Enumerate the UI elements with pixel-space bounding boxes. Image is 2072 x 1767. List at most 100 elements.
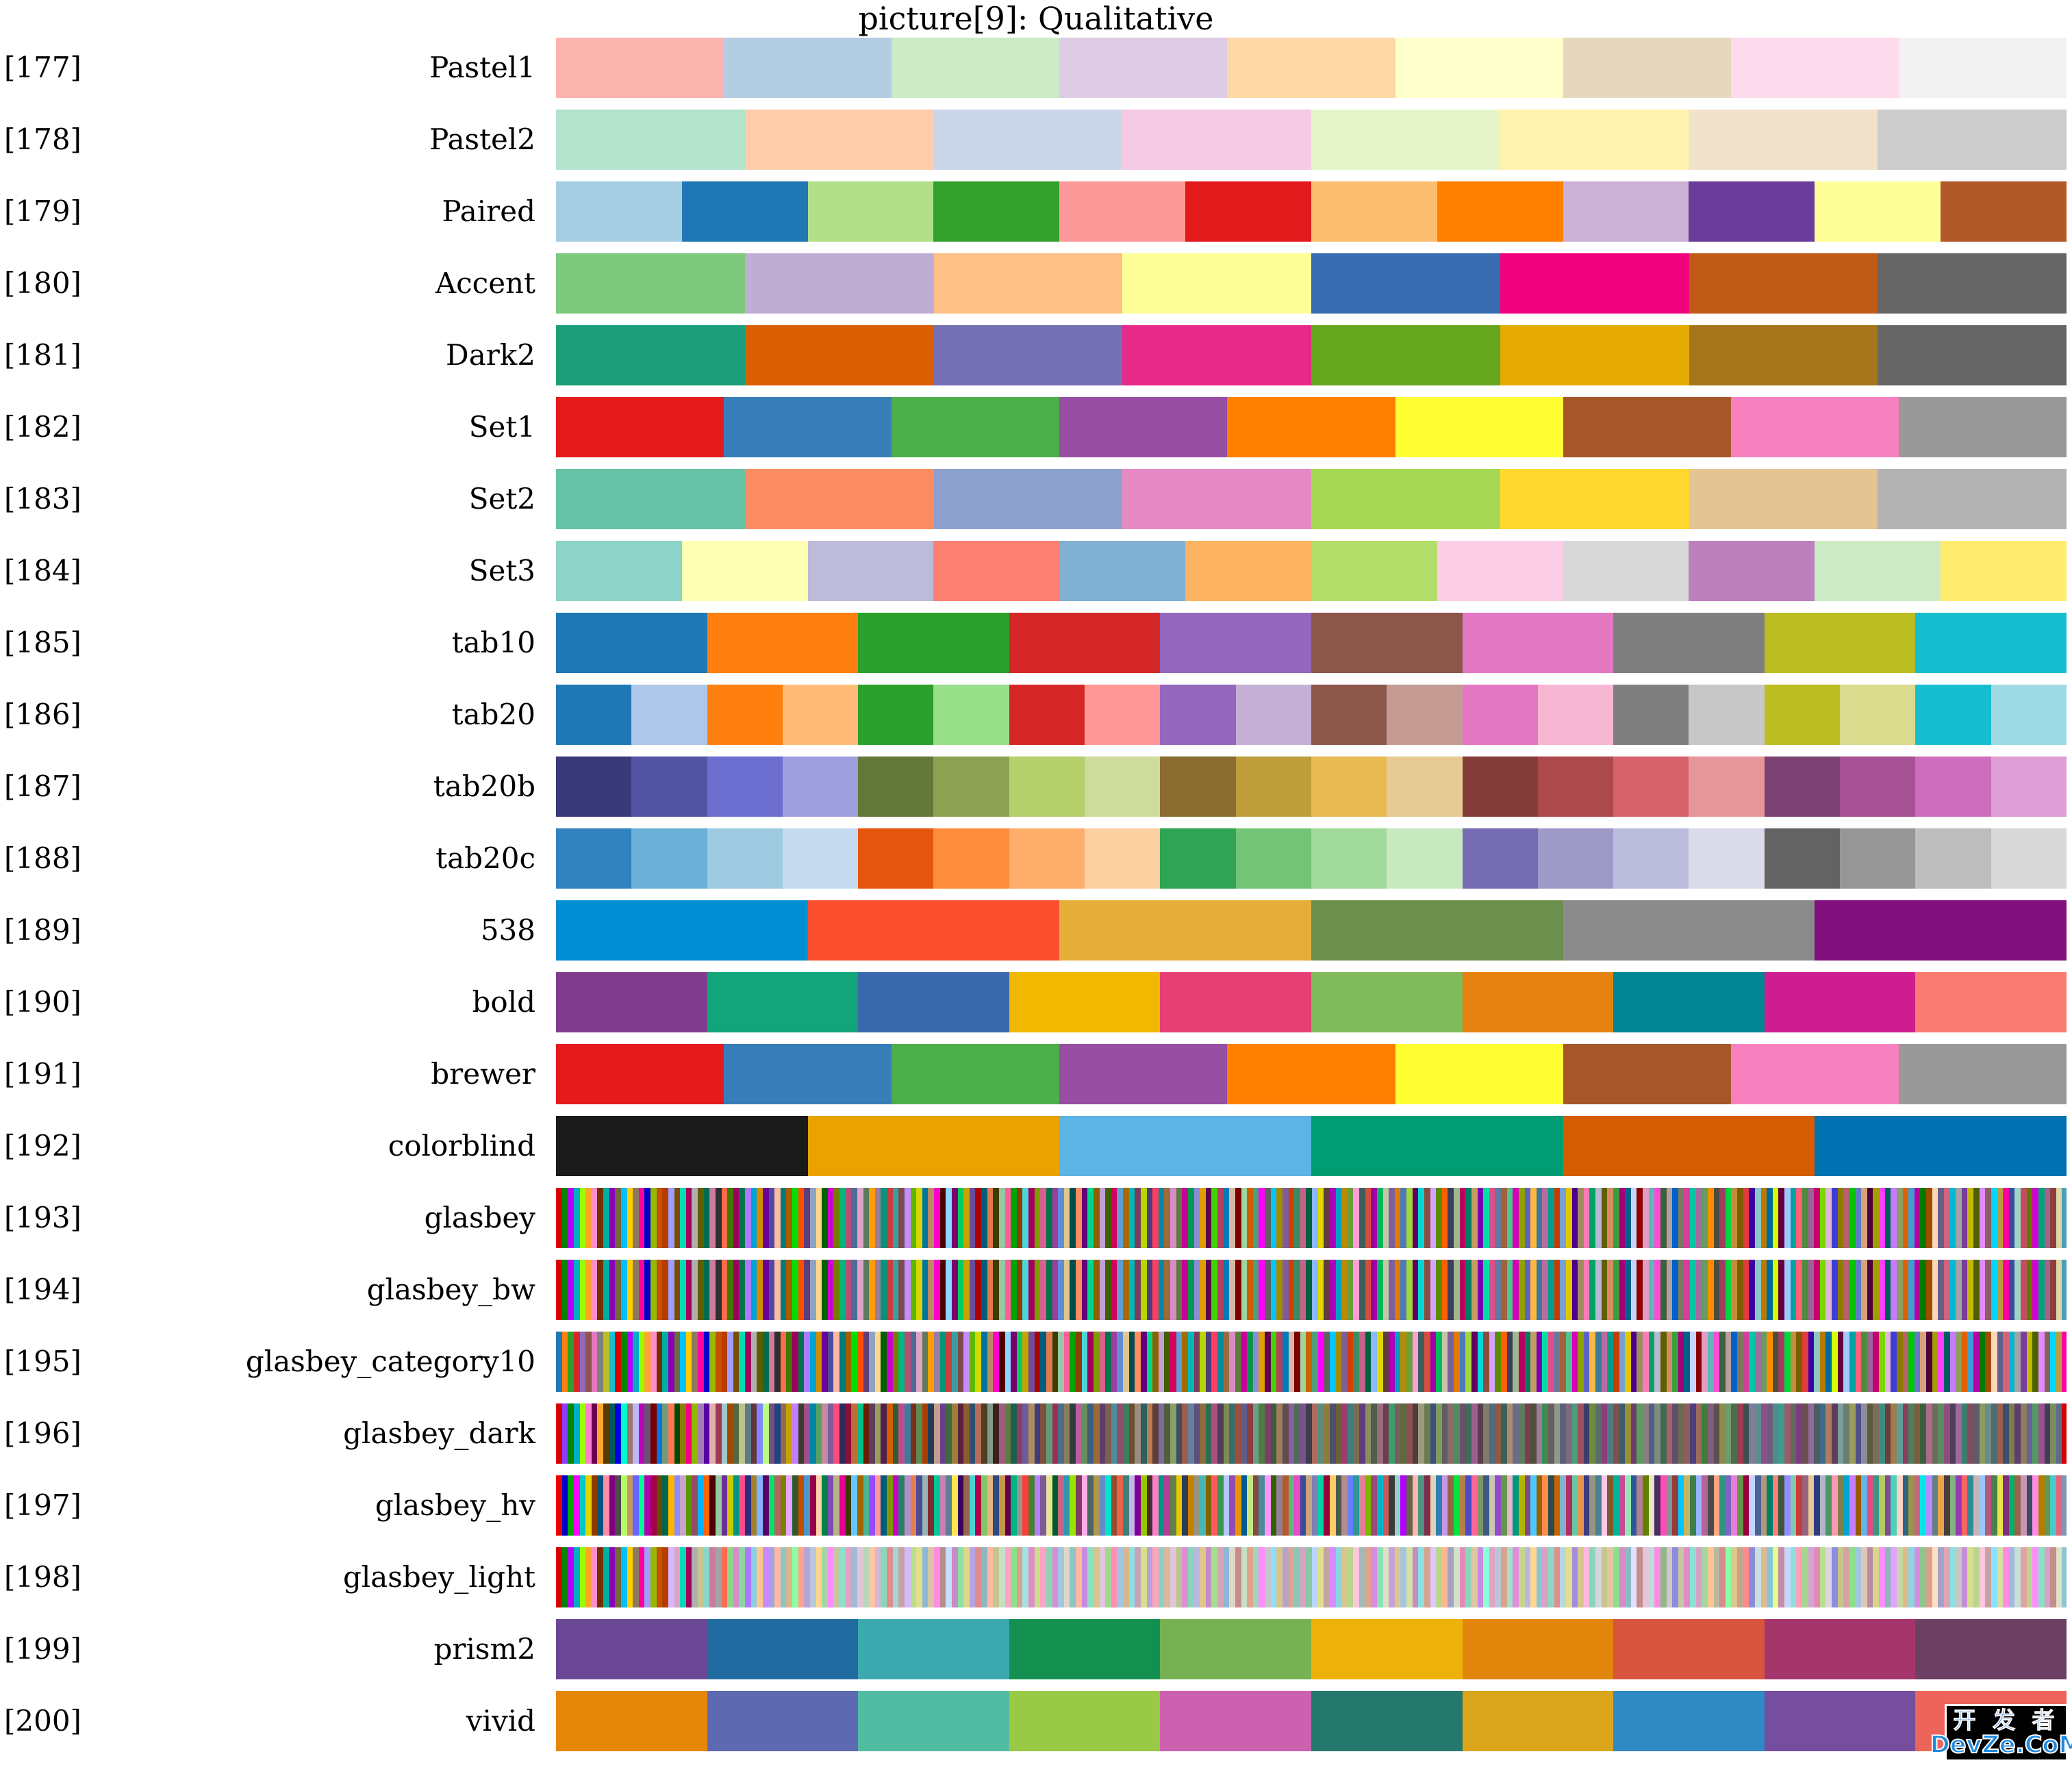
color-swatch: [998, 1332, 1005, 1392]
color-swatch: [1170, 1475, 1176, 1536]
color-swatch: [881, 1547, 887, 1607]
color-swatch: [1607, 1403, 1613, 1464]
color-swatch: [1719, 1403, 1726, 1464]
color-swatch: [1046, 1332, 1052, 1392]
color-swatch: [1087, 1332, 1094, 1392]
color-swatch: [1459, 1260, 1466, 1320]
color-swatch: [1583, 1188, 1590, 1248]
color-swatch: [1689, 110, 1878, 170]
color-swatch: [1637, 1332, 1643, 1392]
color-swatch: [561, 1475, 568, 1536]
color-swatch: [1518, 1332, 1525, 1392]
color-swatch: [1022, 1403, 1028, 1464]
color-swatch: [1052, 1475, 1059, 1536]
colormap-name-label: brewer: [431, 1057, 535, 1091]
color-swatch: [707, 757, 783, 817]
color-swatch: [1536, 1188, 1543, 1248]
color-swatch: [1915, 972, 2067, 1032]
color-swatch: [620, 1332, 627, 1392]
color-swatch: [1849, 1547, 1856, 1607]
color-swatch: [1915, 757, 1991, 817]
color-swatch: [1565, 1403, 1572, 1464]
color-swatch: [993, 1332, 999, 1392]
color-swatch: [904, 1403, 911, 1464]
color-swatch: [1241, 1547, 1248, 1607]
color-swatch: [946, 1547, 952, 1607]
color-swatch: [1513, 1475, 1519, 1536]
color-swatch: [703, 1547, 710, 1607]
color-swatch: [1205, 1547, 1212, 1607]
color-swatch: [1814, 1332, 1820, 1392]
color-swatch: [922, 1547, 928, 1607]
color-swatch: [975, 1403, 981, 1464]
color-swatch: [1767, 1403, 1773, 1464]
color-swatch: [1595, 1475, 1602, 1536]
color-swatch: [1329, 1188, 1336, 1248]
color-swatch: [904, 1188, 911, 1248]
color-swatch: [1560, 1403, 1566, 1464]
color-swatch: [1335, 1260, 1342, 1320]
color-swatch: [1991, 685, 2067, 745]
colormap-name-label: tab20c: [435, 841, 535, 875]
color-swatch: [1784, 1260, 1791, 1320]
color-swatch: [1227, 397, 1395, 457]
color-swatch: [1518, 1188, 1525, 1248]
color-swatch: [1477, 1260, 1484, 1320]
color-swatch: [762, 1260, 769, 1320]
color-swatch: [1087, 1188, 1094, 1248]
color-swatch: [922, 1332, 928, 1392]
color-swatch: [1666, 1547, 1673, 1607]
color-swatch: [2003, 1475, 2009, 1536]
color-swatch: [1648, 1332, 1655, 1392]
color-swatch: [1205, 1188, 1212, 1248]
color-swatch: [627, 1475, 633, 1536]
color-swatch: [858, 757, 934, 817]
color-swatch: [1601, 1332, 1608, 1392]
color-swatch: [774, 1403, 781, 1464]
color-swatch: [792, 1332, 798, 1392]
color-swatch: [1938, 1403, 1944, 1464]
color-swatch: [1117, 1260, 1123, 1320]
color-swatch: [1063, 1188, 1070, 1248]
color-swatch: [1855, 1475, 1862, 1536]
color-swatch: [1879, 1475, 1885, 1536]
color-swatch: [727, 1475, 733, 1536]
color-swatch: [1146, 1188, 1153, 1248]
color-swatch: [615, 1260, 621, 1320]
color-swatch: [1081, 1260, 1088, 1320]
color-swatch: [1837, 1332, 1844, 1392]
color-swatch: [603, 1403, 609, 1464]
color-swatch: [1689, 541, 1815, 601]
color-swatch: [1081, 1332, 1088, 1392]
color-swatch: [1093, 1475, 1100, 1536]
color-swatch: [1063, 1403, 1070, 1464]
color-swatch: [1359, 1475, 1365, 1536]
color-swatch: [1471, 1188, 1478, 1248]
color-swatch: [2003, 1547, 2009, 1607]
color-swatch: [1158, 1547, 1165, 1607]
color-swatch: [1324, 1547, 1330, 1607]
color-swatch: [946, 1260, 952, 1320]
color-swatch: [922, 1260, 928, 1320]
color-swatch: [1630, 1403, 1637, 1464]
color-swatch: [733, 1475, 740, 1536]
color-swatch: [1170, 1403, 1176, 1464]
color-swatch: [874, 1260, 881, 1320]
color-swatch: [1637, 1403, 1643, 1464]
color-swatch: [939, 1188, 946, 1248]
color-swatch: [1501, 1332, 1507, 1392]
color-swatch: [863, 1475, 870, 1536]
color-swatch: [1205, 1332, 1212, 1392]
color-swatch: [609, 1332, 616, 1392]
color-swatch: [1861, 1332, 1867, 1392]
color-swatch: [822, 1475, 828, 1536]
color-swatch: [1176, 1403, 1183, 1464]
color-swatch: [1802, 1260, 1808, 1320]
colormap-swatch-bar: [556, 1116, 2067, 1176]
color-swatch: [1341, 1260, 1348, 1320]
color-swatch: [1217, 1403, 1224, 1464]
color-swatch: [1506, 1403, 1513, 1464]
color-swatch: [1643, 1188, 1649, 1248]
color-swatch: [1312, 1260, 1318, 1320]
color-swatch: [1536, 1403, 1543, 1464]
